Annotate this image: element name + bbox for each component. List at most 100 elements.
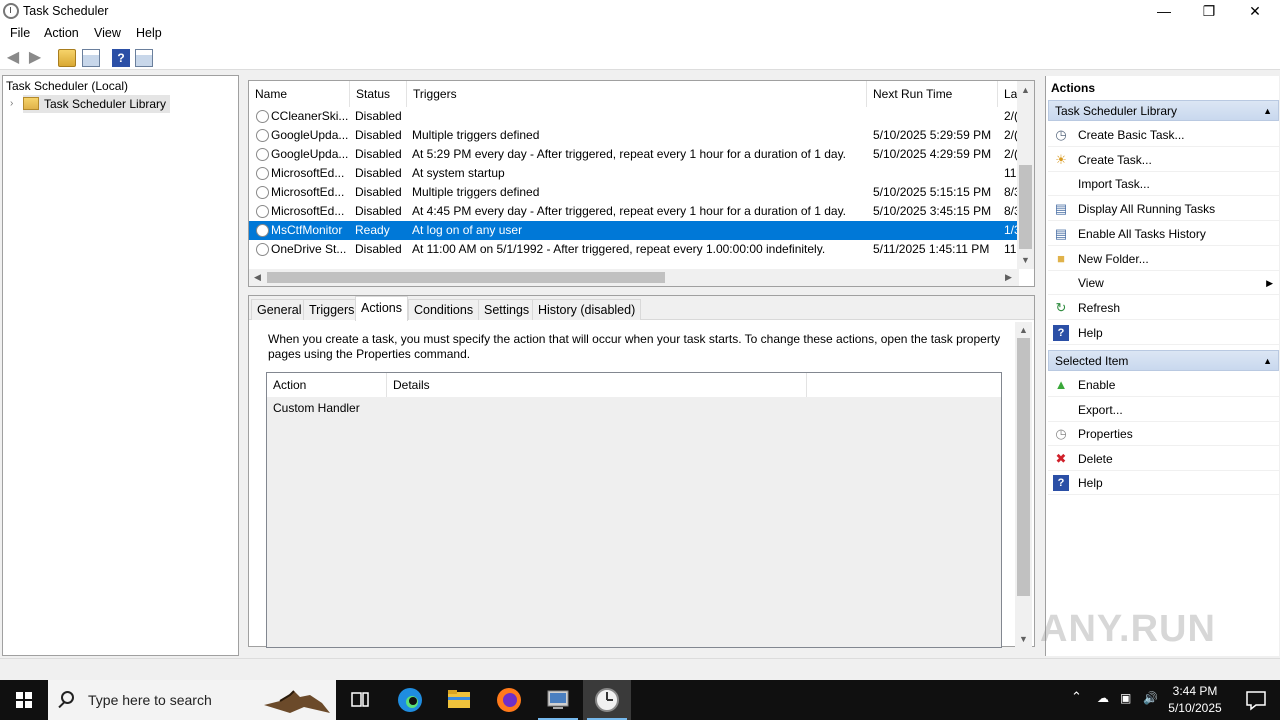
collapse-icon[interactable]: ▲ bbox=[1263, 101, 1272, 122]
task-row[interactable]: OneDrive St... Disabled At 11:00 AM on 5/1… bbox=[249, 240, 1019, 259]
windows-logo-icon bbox=[16, 692, 32, 708]
scroll-right-icon[interactable]: ▶ bbox=[1005, 272, 1012, 283]
back-icon[interactable]: ◀ bbox=[4, 49, 22, 67]
action-display-all-running-tasks[interactable]: ▤ Display All Running Tasks bbox=[1048, 197, 1279, 222]
action-view[interactable]: View ▶ bbox=[1048, 271, 1279, 296]
show-hide-action-pane-icon[interactable] bbox=[135, 49, 153, 67]
action-help[interactable]: ? Help bbox=[1048, 471, 1279, 495]
tab-triggers[interactable]: Triggers bbox=[303, 299, 361, 320]
tab-actions[interactable]: Actions bbox=[355, 296, 408, 321]
properties-icon: ◷ bbox=[1055, 426, 1067, 441]
action-export[interactable]: Export... bbox=[1048, 398, 1279, 422]
action-import-task[interactable]: Import Task... bbox=[1048, 172, 1279, 197]
action-delete[interactable]: ✖ Delete bbox=[1048, 447, 1279, 471]
action-enable[interactable]: ▲ Enable bbox=[1048, 373, 1279, 397]
tab-history[interactable]: History (disabled) bbox=[532, 299, 642, 320]
tab-settings[interactable]: Settings bbox=[478, 299, 536, 320]
action-properties[interactable]: ◷ Properties bbox=[1048, 422, 1279, 446]
minimize-button[interactable]: — bbox=[1141, 0, 1187, 22]
toolbar: ◀ ▶ ? bbox=[0, 45, 1280, 70]
volume-icon[interactable]: 🔊 bbox=[1143, 691, 1158, 705]
computer-management-icon[interactable] bbox=[534, 680, 582, 720]
show-hidden-icons-icon[interactable]: ⌃ bbox=[1071, 689, 1082, 705]
action-label: Properties bbox=[1078, 427, 1133, 441]
action-create-basic-task[interactable]: ◷ Create Basic Task... bbox=[1048, 123, 1279, 147]
task-scheduler-taskbar-icon[interactable] bbox=[583, 680, 631, 720]
tab-general[interactable]: General bbox=[251, 299, 308, 320]
column-header-next-run-time[interactable]: Next Run Time bbox=[867, 81, 998, 107]
tree-root-label: Task Scheduler (Local) bbox=[6, 79, 129, 93]
scroll-thumb[interactable] bbox=[1017, 338, 1030, 596]
scroll-down-icon[interactable]: ▼ bbox=[1021, 255, 1030, 265]
details-vertical-scrollbar[interactable]: ▲ ▼ bbox=[1015, 322, 1032, 647]
column-header-triggers[interactable]: Triggers bbox=[407, 81, 867, 107]
scroll-left-icon[interactable]: ◀ bbox=[254, 272, 261, 283]
task-list-horizontal-scrollbar[interactable]: ◀ ▶ bbox=[249, 269, 1019, 286]
edge-icon[interactable] bbox=[386, 680, 434, 720]
column-header-status[interactable]: Status bbox=[350, 81, 407, 107]
taskbar-clock[interactable]: 3:44 PM 5/10/2025 bbox=[1163, 683, 1227, 717]
task-row[interactable]: GoogleUpda... Disabled At 5:29 PM every da… bbox=[249, 145, 1019, 164]
scroll-up-icon[interactable]: ▲ bbox=[1021, 85, 1030, 95]
menu-file[interactable]: File bbox=[10, 26, 30, 40]
taskbar-search[interactable]: Type here to search bbox=[48, 680, 336, 720]
scroll-thumb[interactable] bbox=[1019, 165, 1032, 249]
forward-icon[interactable]: ▶ bbox=[26, 49, 44, 67]
scroll-thumb[interactable] bbox=[267, 272, 665, 283]
task-row[interactable]: GoogleUpda... Disabled Multiple triggers d… bbox=[249, 126, 1019, 145]
action-enable-all-tasks-history[interactable]: ▤ Enable All Tasks History bbox=[1048, 222, 1279, 246]
menu-help[interactable]: Help bbox=[136, 26, 162, 40]
file-explorer-icon[interactable] bbox=[435, 680, 483, 720]
task-view-icon[interactable] bbox=[336, 680, 384, 720]
task-row[interactable]: CCleanerSki... Disabled 2/( bbox=[249, 107, 1019, 126]
action-refresh[interactable]: ↻ Refresh bbox=[1048, 296, 1279, 320]
scroll-down-icon[interactable]: ▼ bbox=[1019, 634, 1028, 644]
window-title: Task Scheduler bbox=[23, 4, 109, 18]
firefox-icon[interactable] bbox=[485, 680, 533, 720]
running-tasks-icon: ▤ bbox=[1054, 201, 1068, 217]
help-icon: ? bbox=[1053, 324, 1069, 341]
task-cell-name: CCleanerSki... bbox=[271, 109, 349, 123]
action-label: Help bbox=[1078, 476, 1103, 490]
restore-button[interactable]: ❐ bbox=[1186, 0, 1232, 22]
tree-root[interactable]: Task Scheduler (Local) bbox=[6, 77, 1183, 95]
task-row[interactable]: MsCtfMonitor Ready At log on of any user 1/… bbox=[249, 221, 1019, 240]
start-button[interactable] bbox=[0, 680, 48, 720]
column-header-action[interactable]: Action bbox=[267, 373, 387, 397]
action-new-folder[interactable]: ■ New Folder... bbox=[1048, 247, 1279, 271]
close-button[interactable]: ✕ bbox=[1232, 0, 1278, 22]
task-cell-next: 5/10/2025 4:29:59 PM bbox=[873, 147, 992, 161]
up-folder-icon[interactable] bbox=[58, 49, 76, 67]
task-cell-triggers: Multiple triggers defined bbox=[412, 185, 540, 199]
tree-item-task-scheduler-library[interactable]: Task Scheduler Library bbox=[23, 95, 171, 113]
notifications-icon[interactable] bbox=[1232, 680, 1280, 720]
column-header-name[interactable]: Name bbox=[249, 81, 350, 107]
help-icon: ? bbox=[1053, 475, 1069, 491]
task-cell-next: 5/11/2025 1:45:11 PM bbox=[873, 242, 990, 256]
onedrive-icon[interactable]: ☁ bbox=[1097, 691, 1109, 705]
action-cell[interactable]: Custom Handler bbox=[273, 401, 360, 415]
section-task-scheduler-library[interactable]: Task Scheduler Library ▲ bbox=[1048, 100, 1279, 121]
action-create-task[interactable]: ☀ Create Task... bbox=[1048, 148, 1279, 172]
tab-conditions[interactable]: Conditions bbox=[408, 299, 480, 320]
actions-table-header: Action Details bbox=[267, 373, 1001, 397]
help-icon[interactable]: ? bbox=[112, 49, 130, 67]
task-list-vertical-scrollbar[interactable]: ▲ ▼ bbox=[1017, 81, 1034, 269]
column-header-details[interactable]: Details bbox=[387, 373, 807, 397]
scroll-up-icon[interactable]: ▲ bbox=[1019, 325, 1028, 335]
task-row[interactable]: MicrosoftEd... Disabled At system startup 1… bbox=[249, 164, 1019, 183]
action-label: Enable bbox=[1078, 378, 1116, 392]
column-header-last-run[interactable]: La bbox=[998, 81, 1019, 107]
collapse-icon[interactable]: ▲ bbox=[1263, 351, 1272, 372]
section-selected-item[interactable]: Selected Item ▲ bbox=[1048, 350, 1279, 371]
show-hide-console-tree-icon[interactable] bbox=[82, 49, 100, 67]
action-help[interactable]: ? Help bbox=[1048, 321, 1279, 345]
menu-view[interactable]: View bbox=[94, 26, 121, 40]
expand-chevron-icon[interactable]: › bbox=[10, 98, 13, 109]
menu-action[interactable]: Action bbox=[44, 26, 79, 40]
actions-description: When you create a task, you must specify… bbox=[268, 332, 1001, 361]
task-row[interactable]: MicrosoftEd... Disabled At 4:45 PM every d… bbox=[249, 202, 1019, 221]
network-icon[interactable]: ▣ bbox=[1120, 691, 1131, 705]
task-row[interactable]: MicrosoftEd... Disabled Multiple triggers … bbox=[249, 183, 1019, 202]
actions-pane: Actions Task Scheduler Library ▲ Selecte… bbox=[1045, 76, 1279, 656]
